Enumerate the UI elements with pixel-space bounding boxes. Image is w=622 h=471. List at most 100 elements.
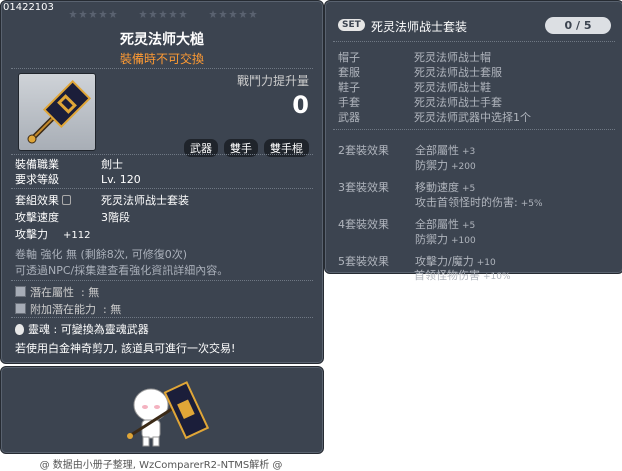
- trade-status: 裝備時不可交換: [119, 52, 204, 66]
- set-piece-row: 鞋子 死灵法师战士鞋: [338, 79, 491, 95]
- scissors-info: 若使用白金神奇剪刀, 該道具可進行一次交易!: [15, 342, 236, 355]
- set-piece-row: 套服 死灵法师战士套服: [338, 64, 502, 80]
- attack-label: 攻擊力: [15, 228, 48, 241]
- set-piece-name: 死灵法师武器中选择1个: [414, 111, 531, 124]
- damage-increase-label: 戰鬥力提升量: [236, 74, 309, 88]
- set-piece-count: 0 / 5: [545, 17, 611, 34]
- potential-label: 潛在屬性: [30, 286, 74, 299]
- speed-value: 3階段: [101, 211, 130, 224]
- soul-row: 靈魂 : 可變換為靈魂武器: [15, 321, 149, 337]
- item-icon-frame: [18, 73, 96, 151]
- additional-value: : 無: [103, 303, 122, 316]
- star-icon: [79, 10, 87, 18]
- set-piece-slot: 鞋子: [338, 81, 360, 94]
- divider: [333, 129, 615, 130]
- job-value: 劍士: [101, 158, 123, 171]
- additional-potential-icon: [15, 303, 26, 314]
- soul-value: : 可變換為靈魂武器: [53, 323, 149, 336]
- set-effect-label: 4套裝效果: [338, 218, 389, 231]
- star-icon: [109, 10, 117, 18]
- level-value: Lv. 120: [101, 173, 141, 186]
- divider: [11, 154, 313, 155]
- set-piece-name: 死灵法师战士手套: [414, 96, 502, 109]
- lock-icon: [62, 195, 71, 205]
- set-piece-name: 死灵法师战士鞋: [414, 81, 491, 94]
- effect-stat: 防禦力: [415, 159, 448, 172]
- effect-value: +5: [462, 221, 476, 231]
- divider: [11, 68, 313, 69]
- star-icon: [229, 10, 237, 18]
- job-label: 裝備職業: [15, 158, 59, 171]
- star-icon: [249, 10, 257, 18]
- character-avatar: [127, 381, 210, 447]
- set-effect-line: 防禦力 +100: [415, 231, 476, 247]
- effect-stat: 全部屬性: [415, 218, 459, 231]
- set-effect-line: 攻击首领怪时的伤害: +5%: [415, 194, 543, 210]
- star-icon: [179, 10, 187, 18]
- set-effects-tooltip: SET 死灵法师战士套装 0 / 5 帽子 死灵法师战士帽 套服 死灵法师战士套服 …: [324, 0, 622, 274]
- item-name: 死灵法师大槌: [120, 32, 204, 48]
- effect-value: +3: [462, 147, 476, 157]
- set-title: 死灵法师战士套装: [371, 20, 468, 34]
- potential-icon: [15, 286, 26, 297]
- star-icon: [149, 10, 157, 18]
- effect-value: +10%: [483, 272, 511, 282]
- star-icon: [159, 10, 167, 18]
- potential-value: : 無: [81, 286, 100, 299]
- divider: [333, 41, 615, 42]
- effect-value: +5: [462, 184, 476, 194]
- soul-label: 靈魂: [28, 323, 50, 336]
- star-icon: [219, 10, 227, 18]
- set-value: 死灵法师战士套装: [101, 194, 189, 207]
- additional-label: 附加潛在能力: [30, 303, 96, 316]
- set-effect-line: 首领怪物伤害 +10%: [414, 267, 511, 283]
- star-icon: [239, 10, 247, 18]
- effect-value: +5%: [520, 199, 543, 209]
- star-force-row: [69, 10, 257, 20]
- star-icon: [69, 10, 77, 18]
- scroll-info: 卷軸 強化 無 (剩餘8次, 可修復0次): [15, 248, 188, 261]
- effect-stat: 防禦力: [415, 233, 448, 246]
- set-piece-row: 帽子 死灵法师战士帽: [338, 49, 491, 65]
- set-piece-row: 手套 死灵法师战士手套: [338, 94, 502, 110]
- attack-value: +112: [63, 230, 91, 241]
- attack-row: 攻擊力 +112: [15, 226, 90, 242]
- set-piece-slot: 帽子: [338, 51, 360, 64]
- set-effect-label: 5套裝效果: [338, 255, 389, 268]
- set-badge: SET: [338, 19, 365, 31]
- divider: [11, 317, 313, 318]
- soul-icon: [15, 324, 24, 335]
- level-row: 要求等級 Lv. 120: [15, 171, 141, 187]
- divider: [11, 188, 313, 189]
- star-icon: [99, 10, 107, 18]
- effect-stat: 首领怪物伤害: [414, 269, 480, 282]
- set-effect-line: 全部屬性 +3: [415, 142, 475, 158]
- star-icon: [89, 10, 97, 18]
- speed-row: 攻擊速度 3階段: [15, 209, 130, 225]
- effect-value: +200: [451, 162, 476, 172]
- set-piece-row: 武器 死灵法师武器中选择1个: [338, 109, 531, 125]
- set-effect-label: 2套裝效果: [338, 144, 389, 157]
- level-label: 要求等級: [15, 173, 59, 186]
- effect-value: +100: [451, 236, 476, 246]
- job-row: 裝備職業 劍士: [15, 156, 123, 172]
- set-effect-line: 移動速度 +5: [415, 179, 475, 195]
- additional-potential-row: 附加潛在能力 : 無: [15, 301, 121, 317]
- effect-stat: 移動速度: [415, 181, 459, 194]
- enhance-info: 可透過NPC/採集建查看強化資訊詳細內容。: [15, 264, 229, 277]
- speed-label: 攻擊速度: [15, 211, 59, 224]
- hammer-item-icon: [27, 79, 92, 144]
- set-piece-slot: 套服: [338, 66, 360, 79]
- footer-credit: @ 数据由小册子整理, WzComparerR2-NTMS解析 @: [39, 460, 283, 471]
- star-icon: [139, 10, 147, 18]
- set-effect-line: 防禦力 +200: [415, 157, 476, 173]
- item-tooltip: 01422103 死灵法师大槌 裝備時不可交換 戰鬥力提升量 0 武器 雙手 雙…: [0, 0, 324, 364]
- set-label: 套組效果: [15, 194, 59, 207]
- damage-increase-value: 0: [292, 91, 309, 119]
- star-icon: [209, 10, 217, 18]
- effect-stat: 全部屬性: [415, 144, 459, 157]
- set-piece-name: 死灵法师战士帽: [414, 51, 491, 64]
- item-id: 01422103: [3, 2, 54, 13]
- character-preview: [0, 366, 324, 454]
- set-piece-name: 死灵法师战士套服: [414, 66, 502, 79]
